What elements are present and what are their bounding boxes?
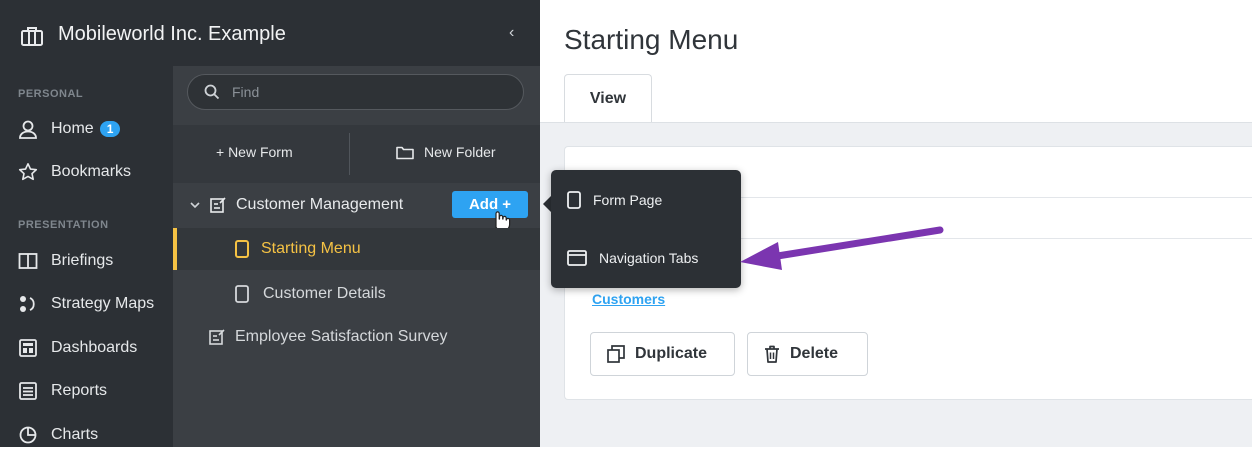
annotation-arrow	[740, 226, 944, 270]
